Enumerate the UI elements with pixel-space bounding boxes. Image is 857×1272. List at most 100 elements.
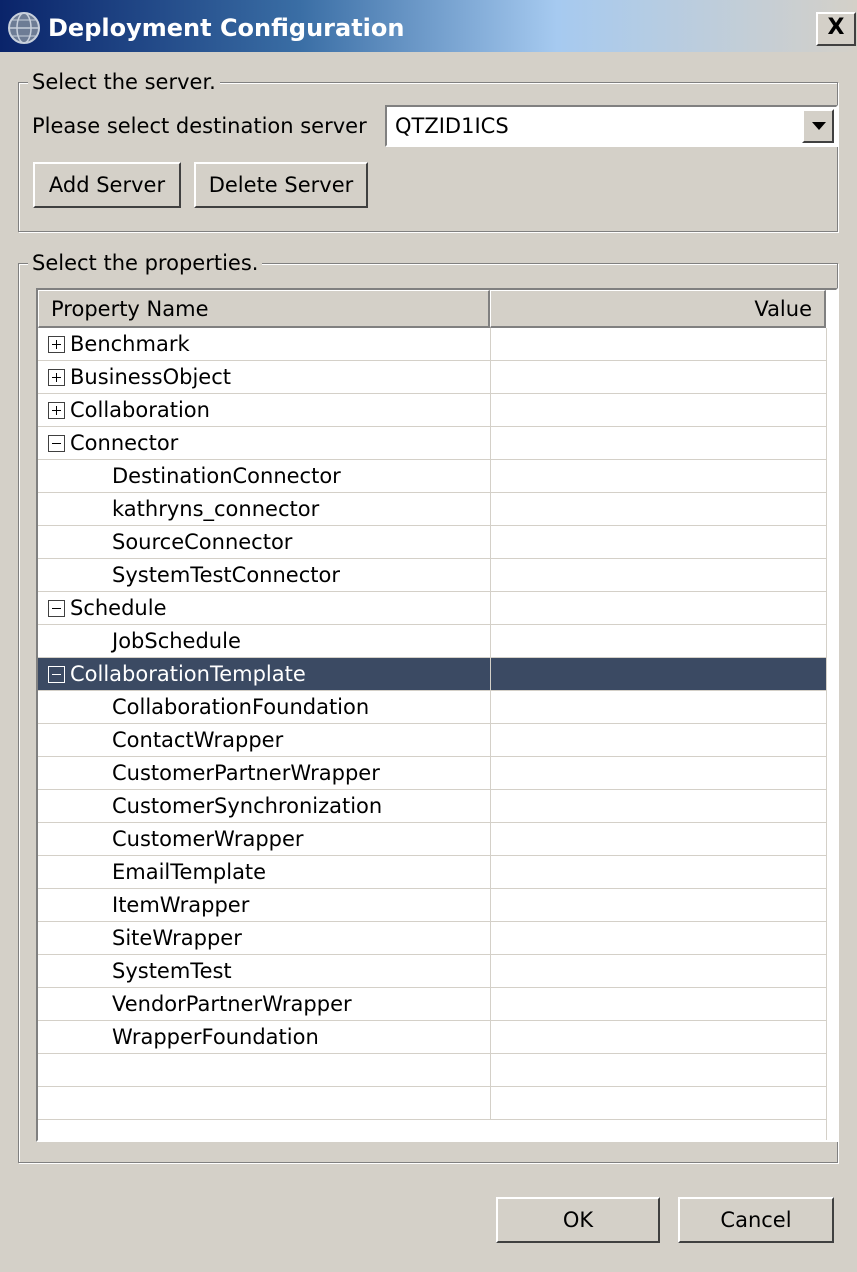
title-bar[interactable]: Deployment Configuration X [0, 0, 857, 52]
property-name-cell[interactable]: kathryns_connector [38, 493, 490, 525]
property-name-cell[interactable]: CustomerSynchronization [38, 790, 490, 822]
property-name-label: BusinessObject [70, 365, 231, 389]
table-row[interactable]: SourceConnector [38, 526, 826, 559]
property-name-cell[interactable]: EmailTemplate [38, 856, 490, 888]
expand-plus-icon[interactable] [48, 402, 65, 419]
property-value-cell[interactable] [490, 1021, 826, 1053]
property-value-cell[interactable] [490, 460, 826, 492]
property-value-cell[interactable] [490, 394, 826, 426]
properties-table[interactable]: Property Name Value Benchmark BusinessObj… [36, 288, 838, 1142]
destination-server-select[interactable]: QTZID1ICS [385, 105, 838, 147]
property-name-cell[interactable]: DestinationConnector [38, 460, 490, 492]
add-server-button[interactable]: Add Server [33, 162, 181, 208]
table-row[interactable]: ContactWrapper [38, 724, 826, 757]
column-header-value[interactable]: Value [490, 290, 826, 328]
chevron-down-icon[interactable] [802, 109, 834, 143]
tree-node-row[interactable]: Collaboration [38, 394, 826, 427]
close-icon: X [827, 15, 845, 40]
property-value-cell[interactable] [490, 1087, 826, 1119]
property-name-cell[interactable]: Connector [38, 427, 490, 459]
property-name-cell[interactable] [38, 1087, 490, 1119]
table-row[interactable]: CustomerSynchronization [38, 790, 826, 823]
property-value-cell[interactable] [490, 361, 826, 393]
property-value-cell[interactable] [490, 823, 826, 855]
collapse-minus-icon[interactable] [48, 435, 65, 452]
property-value-cell[interactable] [490, 592, 826, 624]
table-row[interactable]: CustomerWrapper [38, 823, 826, 856]
table-row[interactable]: SystemTestConnector [38, 559, 826, 592]
destination-server-value: QTZID1ICS [395, 114, 509, 138]
property-name-label: CollaborationFoundation [112, 695, 370, 719]
property-name-cell[interactable]: BusinessObject [38, 361, 490, 393]
property-value-cell[interactable] [490, 1054, 826, 1086]
property-name-label: Collaboration [70, 398, 210, 422]
tree-node-row[interactable]: Schedule [38, 592, 826, 625]
property-name-label: CollaborationTemplate [70, 662, 306, 686]
property-value-cell[interactable] [490, 856, 826, 888]
table-row[interactable] [38, 1087, 826, 1120]
server-group-legend: Select the server. [28, 70, 220, 94]
table-row[interactable]: WrapperFoundation [38, 1021, 826, 1054]
close-button[interactable]: X [816, 12, 856, 46]
property-value-cell[interactable] [490, 889, 826, 921]
collapse-minus-icon[interactable] [48, 600, 65, 617]
table-row[interactable] [38, 1054, 826, 1087]
table-row[interactable]: ItemWrapper [38, 889, 826, 922]
property-name-cell[interactable]: Benchmark [38, 328, 490, 360]
property-name-cell[interactable]: SystemTest [38, 955, 490, 987]
property-name-cell[interactable]: SiteWrapper [38, 922, 490, 954]
property-value-cell[interactable] [490, 559, 826, 591]
property-value-cell[interactable] [490, 790, 826, 822]
collapse-minus-icon[interactable] [48, 666, 65, 683]
property-name-cell[interactable]: Collaboration [38, 394, 490, 426]
property-value-cell[interactable] [490, 328, 826, 360]
table-row[interactable]: JobSchedule [38, 625, 826, 658]
tree-node-row[interactable]: Connector [38, 427, 826, 460]
property-name-cell[interactable]: VendorPartnerWrapper [38, 988, 490, 1020]
table-row[interactable]: SystemTest [38, 955, 826, 988]
property-value-cell[interactable] [490, 427, 826, 459]
table-row[interactable]: VendorPartnerWrapper [38, 988, 826, 1021]
property-value-cell[interactable] [490, 658, 826, 690]
property-name-cell[interactable]: SystemTestConnector [38, 559, 490, 591]
tree-node-row[interactable]: CollaborationTemplate [38, 658, 826, 691]
cancel-button[interactable]: Cancel [678, 1197, 834, 1243]
property-name-cell[interactable]: ItemWrapper [38, 889, 490, 921]
property-name-cell[interactable]: CustomerWrapper [38, 823, 490, 855]
table-row[interactable]: kathryns_connector [38, 493, 826, 526]
expand-plus-icon[interactable] [48, 369, 65, 386]
table-row[interactable]: EmailTemplate [38, 856, 826, 889]
property-value-cell[interactable] [490, 955, 826, 987]
delete-server-button[interactable]: Delete Server [194, 162, 368, 208]
property-value-cell[interactable] [490, 691, 826, 723]
property-name-cell[interactable]: CollaborationTemplate [38, 658, 490, 690]
property-name-cell[interactable] [38, 1054, 490, 1086]
property-name-cell[interactable]: WrapperFoundation [38, 1021, 490, 1053]
property-name-cell[interactable]: JobSchedule [38, 625, 490, 657]
property-name-label: Benchmark [70, 332, 190, 356]
property-name-cell[interactable]: Schedule [38, 592, 490, 624]
property-value-cell[interactable] [490, 757, 826, 789]
tree-node-row[interactable]: BusinessObject [38, 361, 826, 394]
column-header-property-name[interactable]: Property Name [38, 290, 490, 328]
property-name-cell[interactable]: SourceConnector [38, 526, 490, 558]
expand-plus-icon[interactable] [48, 336, 65, 353]
property-name-cell[interactable]: CollaborationFoundation [38, 691, 490, 723]
property-value-cell[interactable] [490, 922, 826, 954]
ok-button[interactable]: OK [496, 1197, 660, 1243]
table-row[interactable]: CustomerPartnerWrapper [38, 757, 826, 790]
table-row[interactable]: SiteWrapper [38, 922, 826, 955]
property-value-cell[interactable] [490, 625, 826, 657]
table-row[interactable]: DestinationConnector [38, 460, 826, 493]
tree-node-row[interactable]: Benchmark [38, 328, 826, 361]
property-name-label: SourceConnector [112, 530, 293, 554]
property-value-cell[interactable] [490, 988, 826, 1020]
table-row[interactable]: CollaborationFoundation [38, 691, 826, 724]
table-body: Benchmark BusinessObject Collaboration Conn… [38, 328, 826, 1120]
property-value-cell[interactable] [490, 493, 826, 525]
property-name-cell[interactable]: CustomerPartnerWrapper [38, 757, 490, 789]
property-value-cell[interactable] [490, 724, 826, 756]
property-value-cell[interactable] [490, 526, 826, 558]
property-name-cell[interactable]: ContactWrapper [38, 724, 490, 756]
properties-group-legend: Select the properties. [28, 251, 263, 275]
